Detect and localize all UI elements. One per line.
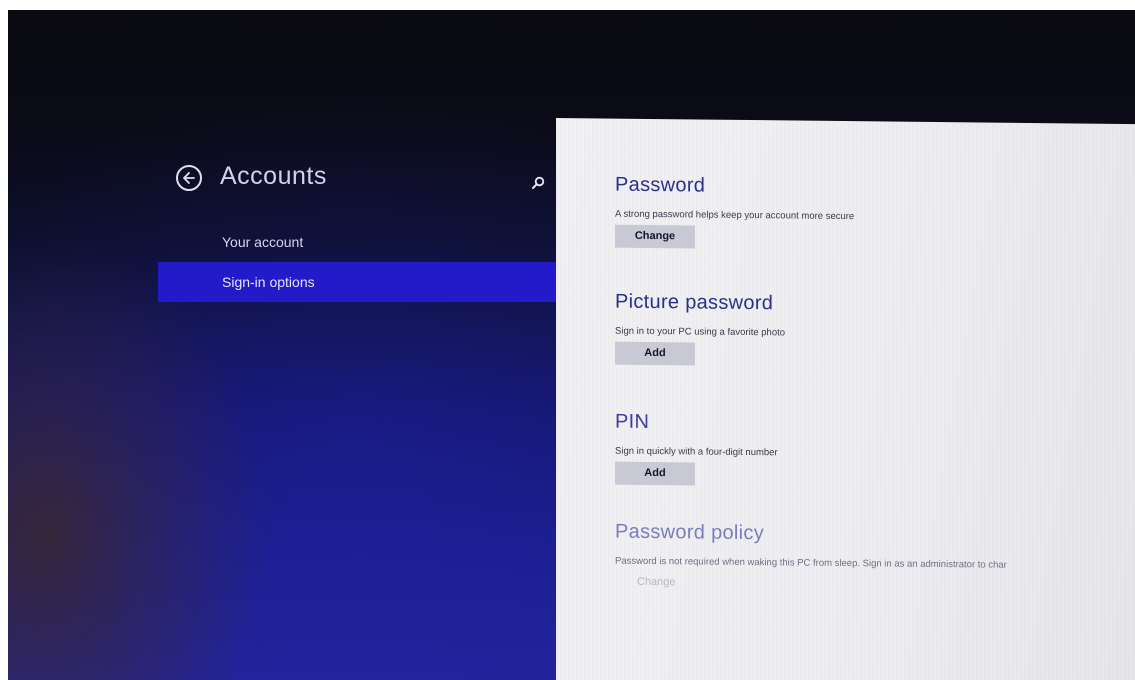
password-heading: Password (615, 173, 706, 197)
content-pane: Password A strong password helps keep yo… (556, 118, 1135, 680)
picture-password-section: Picture password Sign in to your PC usin… (615, 291, 785, 367)
back-arrow-icon (183, 172, 195, 184)
nav-item-sign-in-options[interactable]: Sign-in options (158, 262, 568, 302)
screen-border-left (0, 0, 8, 680)
add-picture-password-button[interactable]: Add (615, 341, 695, 366)
add-pin-button[interactable]: Add (615, 461, 695, 486)
password-policy-heading: Password policy (615, 520, 765, 545)
change-password-button[interactable]: Change (615, 224, 695, 249)
left-pane: Accounts Your account Sign-in options (8, 10, 568, 680)
password-description: A strong password helps keep your accoun… (615, 208, 855, 223)
pin-heading: PIN (615, 410, 650, 433)
screen-border-top (0, 0, 1135, 10)
pin-description: Sign in quickly with a four-digit number (615, 445, 778, 459)
search-icon[interactable] (530, 175, 546, 191)
password-section: Password A strong password helps keep yo… (615, 174, 854, 251)
page-title: Accounts (220, 162, 327, 190)
password-policy-section: Password policy Password is not required… (615, 521, 1007, 597)
picture-password-heading: Picture password (615, 290, 774, 315)
picture-password-description: Sign in to your PC using a favorite phot… (615, 325, 786, 339)
pin-section: PIN Sign in quickly with a four-digit nu… (615, 411, 778, 487)
back-button[interactable] (176, 165, 202, 191)
change-password-policy-button: Change (637, 575, 676, 589)
password-policy-description: Password is not required when waking thi… (615, 555, 1007, 571)
nav-item-your-account[interactable]: Your account (158, 222, 568, 262)
